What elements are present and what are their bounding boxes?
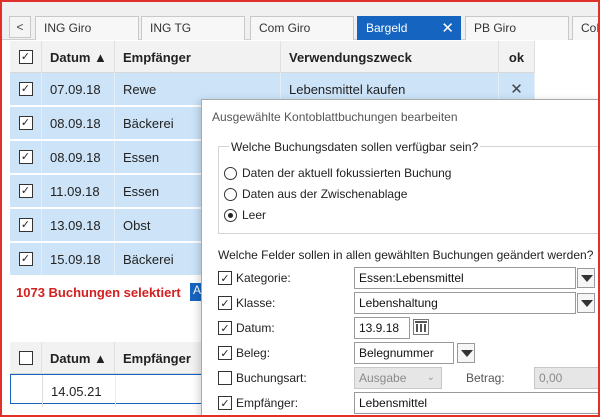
option-focused-transaction[interactable]: Daten der aktuell fokussierten Buchung xyxy=(224,166,451,180)
select-all-column[interactable]: ✓ xyxy=(10,41,42,73)
input-betrag[interactable]: 0,00 xyxy=(534,367,600,389)
edit-selected-transactions-dialog: Ausgewählte Kontoblattbuchungen bearbeit… xyxy=(201,99,600,417)
cell-datum: 07.09.18 xyxy=(42,73,115,105)
column-header-datum[interactable]: Datum ▲ xyxy=(42,41,115,73)
transactions-grid-header: ✓ Datum ▲ Empfänger Verwendungszweck ok xyxy=(10,41,535,73)
row-checkbox[interactable]: ✓ xyxy=(18,116,33,130)
row-checkbox[interactable]: ✓ xyxy=(18,252,33,266)
selection-count-label: 1073 Buchungen selektiert xyxy=(16,285,181,300)
radio-clipboard[interactable] xyxy=(224,187,237,201)
row-checkbox[interactable]: ✓ xyxy=(18,184,33,198)
checkbox-klasse[interactable]: ✓ xyxy=(218,296,232,310)
field-row-empfaenger: ✓ Empfänger: Lebensmittel xyxy=(218,392,600,414)
checkbox-kategorie[interactable]: ✓ xyxy=(218,271,232,285)
calendar-icon[interactable] xyxy=(413,319,429,335)
tab-scroll-left-button[interactable]: < xyxy=(9,16,31,38)
column-header-verwendungszweck[interactable]: Verwendungszweck xyxy=(281,41,499,73)
label-beleg: Beleg: xyxy=(236,346,271,360)
checkbox-datum[interactable]: ✓ xyxy=(218,321,232,335)
data-source-question: Welche Buchungsdaten sollen verfügbar se… xyxy=(229,140,481,154)
tab-cob[interactable]: CoB xyxy=(572,16,600,40)
select-buchungsart[interactable]: Ausgabe ⌄ xyxy=(354,367,442,389)
input-kategorie[interactable]: Essen:Lebensmittel xyxy=(354,267,576,289)
checkbox-empfaenger[interactable]: ✓ xyxy=(218,396,232,410)
bottom-column-header-datum[interactable]: Datum ▲ xyxy=(42,342,115,374)
row-checkbox[interactable]: ✓ xyxy=(18,150,33,164)
row-checkbox[interactable]: ✓ xyxy=(18,82,33,96)
option-empty[interactable]: Leer xyxy=(224,208,266,222)
tab-ing-giro[interactable]: ING Giro xyxy=(35,16,139,40)
select-all-checkbox[interactable]: ✓ xyxy=(18,50,33,64)
tab-com-giro[interactable]: Com Giro xyxy=(250,16,354,40)
cell-datum: 08.09.18 xyxy=(42,141,115,173)
new-entry-row[interactable]: 14.05.21 xyxy=(10,374,210,407)
cell-datum: 15.09.18 xyxy=(42,243,115,275)
tab-bargeld[interactable]: Bargeld ✕ xyxy=(357,16,461,40)
field-row-beleg: ✓ Beleg: Belegnummer xyxy=(218,342,600,364)
chevron-left-icon: < xyxy=(16,20,24,34)
label-buchungsart: Buchungsart: xyxy=(236,371,307,385)
checkbox-buchungsart[interactable]: x xyxy=(218,371,232,385)
cell-datum: 11.09.18 xyxy=(42,175,115,207)
tab-ing-tg[interactable]: ING TG xyxy=(141,16,245,40)
input-empfaenger[interactable]: Lebensmittel xyxy=(354,392,600,414)
radio-focused-transaction[interactable] xyxy=(224,166,237,180)
bottom-select-all-checkbox[interactable]: x xyxy=(18,351,33,365)
label-datum: Datum: xyxy=(236,321,275,335)
column-header-empfaenger[interactable]: Empfänger xyxy=(115,41,281,73)
beleg-dropdown-icon[interactable] xyxy=(457,343,475,363)
option-clipboard[interactable]: Daten aus der Zwischenablage xyxy=(224,187,407,201)
close-tab-icon[interactable]: ✕ xyxy=(441,19,454,37)
checkbox-beleg[interactable]: ✓ xyxy=(218,346,232,360)
label-betrag: Betrag: xyxy=(466,371,505,385)
account-tab-strip: < ING Giro ING TG Com Giro Bargeld ✕ PB … xyxy=(0,0,600,40)
input-klasse[interactable]: Lebenshaltung xyxy=(354,292,576,314)
field-row-datum: ✓ Datum: 13.9.18 xyxy=(218,317,600,339)
bottom-grid-header: x Datum ▲ Empfänger xyxy=(10,342,210,374)
fields-question: Welche Felder sollen in allen gewählten … xyxy=(218,248,594,262)
label-empfaenger: Empfänger: xyxy=(236,396,299,410)
bottom-column-header-empfaenger[interactable]: Empfänger xyxy=(115,342,210,374)
klasse-dropdown-icon[interactable] xyxy=(577,293,595,313)
radio-empty[interactable] xyxy=(224,208,237,222)
field-row-kategorie: ✓ Kategorie: Essen:Lebensmittel xyxy=(218,267,600,289)
input-datum[interactable]: 13.9.18 xyxy=(354,317,410,339)
label-kategorie: Kategorie: xyxy=(236,271,291,285)
cell-datum: 08.09.18 xyxy=(42,107,115,139)
chevron-down-icon: ⌄ xyxy=(426,372,435,383)
kategorie-dropdown-icon[interactable] xyxy=(577,268,595,288)
cell-datum: 13.09.18 xyxy=(42,209,115,241)
field-row-buchungsart: x Buchungsart: Ausgabe ⌄ Betrag: 0,00 xyxy=(218,367,600,389)
field-row-klasse: ✓ Klasse: Lebenshaltung xyxy=(218,292,600,314)
dialog-title: Ausgewählte Kontoblattbuchungen bearbeit… xyxy=(212,110,458,124)
column-header-ok[interactable]: ok xyxy=(499,41,535,73)
label-klasse: Klasse: xyxy=(236,296,276,310)
tab-pb-giro[interactable]: PB Giro xyxy=(465,16,569,40)
new-entry-datum[interactable]: 14.05.21 xyxy=(43,375,116,407)
input-beleg[interactable]: Belegnummer xyxy=(354,342,454,364)
row-checkbox[interactable]: ✓ xyxy=(18,218,33,232)
